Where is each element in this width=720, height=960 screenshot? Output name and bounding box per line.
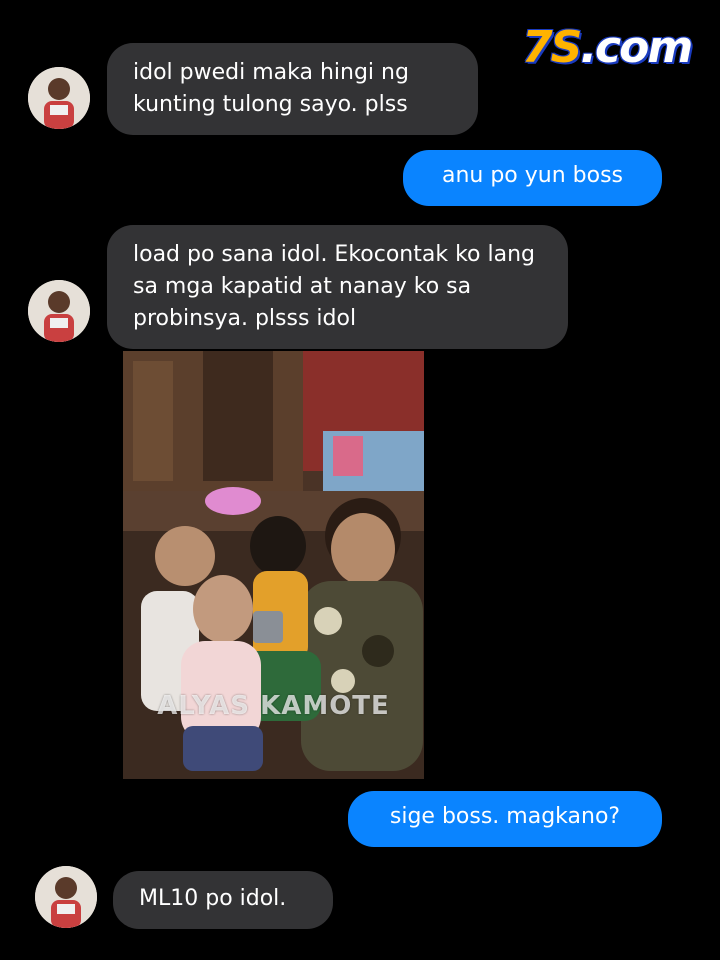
message-bubble-sent[interactable]: anu po yun boss [403, 150, 662, 206]
avatar-photo-icon [28, 280, 90, 342]
message-bubble-received[interactable]: load po sana idol. Ekocontak ko lang sa … [107, 225, 568, 349]
message-bubble-sent[interactable]: sige boss. magkano? [348, 791, 662, 847]
message-text: anu po yun boss [441, 163, 624, 188]
message-image-received[interactable]: ALYAS KAMOTE [123, 351, 424, 779]
logo-domain-text: .com [580, 22, 693, 73]
message-text: ML10 po idol. [139, 886, 287, 911]
brand-logo: 7S.com [522, 14, 702, 80]
message-text: idol pwedi maka hingi ng kunting tulong … [133, 60, 409, 117]
sender-avatar[interactable] [35, 866, 97, 928]
message-text: load po sana idol. Ekocontak ko lang sa … [133, 242, 535, 331]
message-bubble-received[interactable]: ML10 po idol. [113, 871, 333, 929]
image-watermark: ALYAS KAMOTE [157, 691, 390, 721]
logo-main-text: 7S [522, 22, 582, 73]
message-bubble-received[interactable]: idol pwedi maka hingi ng kunting tulong … [107, 43, 478, 135]
message-text: sige boss. magkano? [389, 804, 621, 829]
avatar-photo-icon [35, 866, 97, 928]
sender-avatar[interactable] [28, 67, 90, 129]
avatar-photo-icon [28, 67, 90, 129]
sender-avatar[interactable] [28, 280, 90, 342]
